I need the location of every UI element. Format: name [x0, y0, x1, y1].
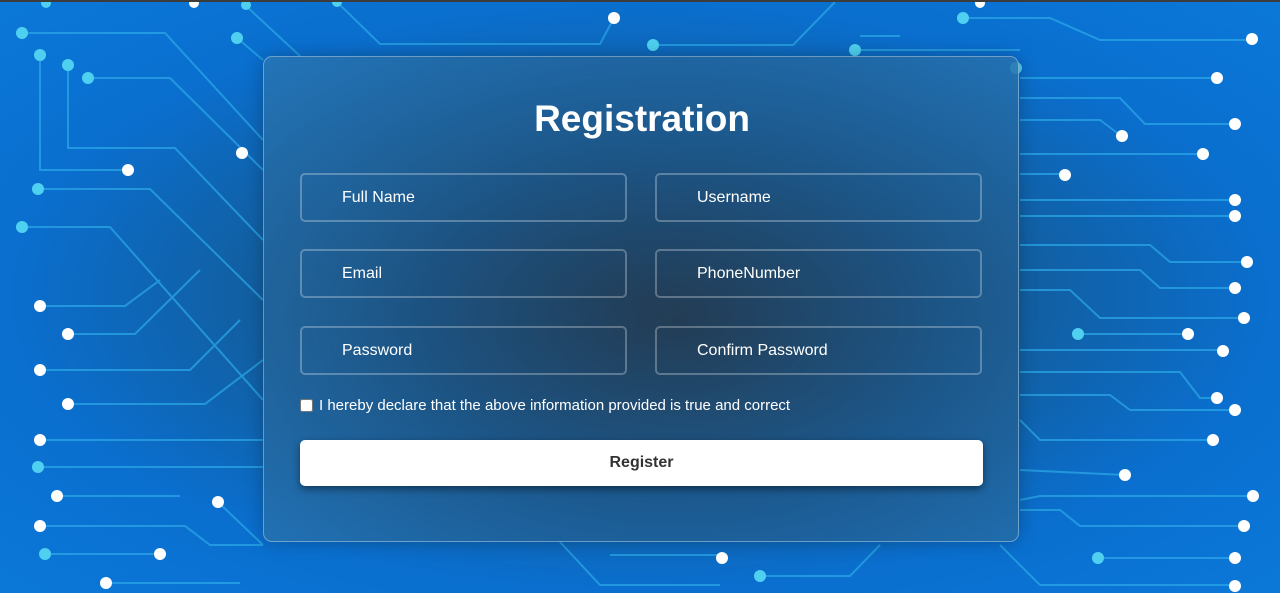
top-border: [0, 0, 1280, 2]
password-input[interactable]: [300, 326, 627, 375]
email-input[interactable]: [300, 249, 627, 298]
declaration-checkbox[interactable]: [300, 399, 313, 412]
username-input[interactable]: [655, 173, 982, 222]
declaration-label: I hereby declare that the above informat…: [319, 397, 791, 414]
full-name-input[interactable]: [300, 173, 627, 222]
register-button[interactable]: Register: [300, 440, 983, 486]
declaration-row: I hereby declare that the above informat…: [300, 397, 790, 414]
phone-number-input[interactable]: [655, 249, 982, 298]
confirm-password-input[interactable]: [655, 326, 982, 375]
registration-card: Registration I hereby declare that the a…: [263, 56, 1019, 542]
page-title: Registration: [534, 98, 750, 139]
